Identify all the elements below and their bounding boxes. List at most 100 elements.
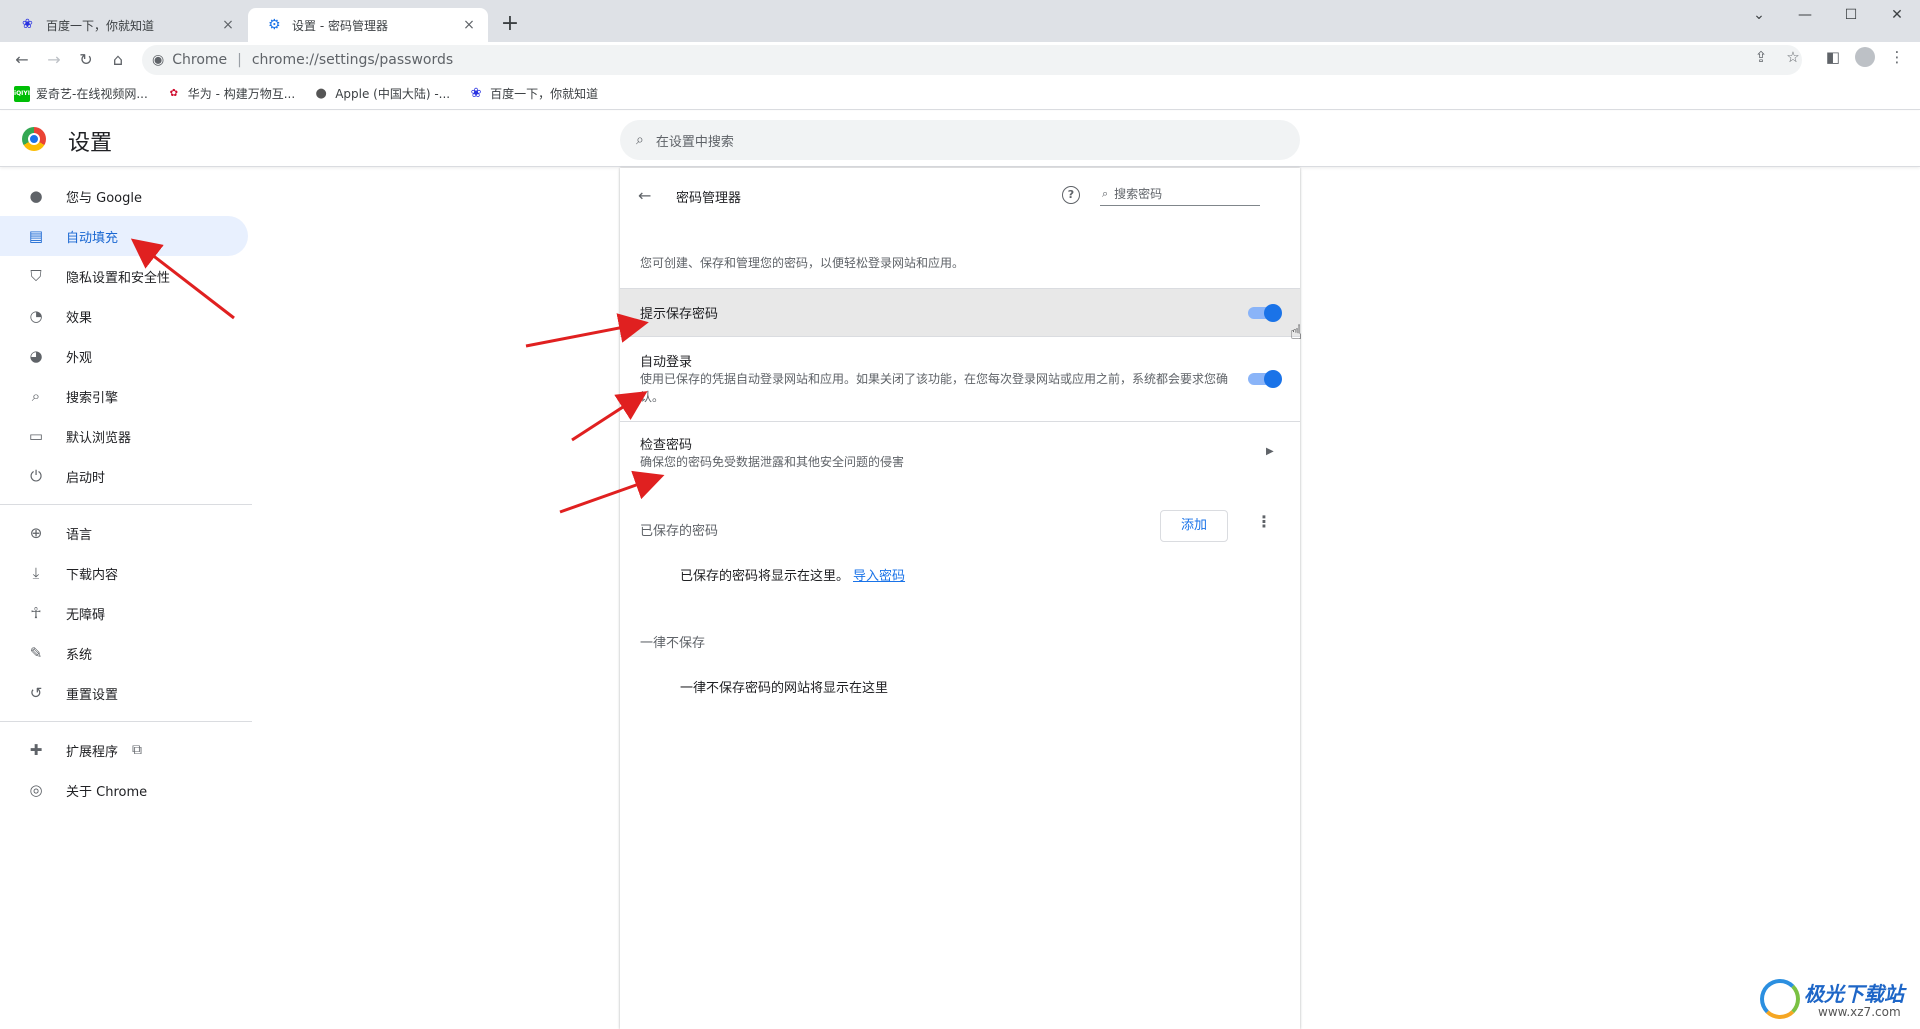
tab-baidu[interactable]: ❀ 百度一下，你就知道 ×: [2, 8, 247, 42]
bookmark-huawei[interactable]: ✿ 华为 - 构建万物互...: [166, 85, 296, 102]
saved-passwords-heading: 已保存的密码: [640, 524, 719, 539]
sidebar-item-about-chrome[interactable]: ◎ 关于 Chrome: [0, 770, 248, 810]
wrench-icon: ✎: [29, 644, 43, 662]
sidebar-item-system[interactable]: ✎ 系统: [0, 633, 248, 673]
auto-signin-description: 使用已保存的凭据自动登录网站和应用。如果关闭了该功能，在您每次登录网站或应用之前…: [640, 372, 1229, 404]
history-icon: ↺: [29, 684, 43, 702]
import-passwords-link[interactable]: 导入密码: [853, 569, 905, 584]
check-passwords-row[interactable]: 检查密码 确保您的密码免受数据泄露和其他安全问题的侵害 ▶: [620, 421, 1300, 485]
watermark-name: 极光下载站: [1804, 982, 1904, 1006]
sidebar-item-on-startup[interactable]: ⏻ 启动时: [0, 456, 248, 496]
sidebar-item-label: 系统: [66, 647, 93, 663]
home-icon[interactable]: ⌂: [106, 48, 130, 72]
site-info-icon[interactable]: ◉: [152, 52, 164, 68]
sidebar-item-label: 关于 Chrome: [66, 784, 148, 800]
bookmark-label: 爱奇艺-在线视频网...: [36, 87, 148, 101]
bookmark-label: 百度一下，你就知道: [490, 87, 599, 101]
offer-to-save-toggle[interactable]: [1248, 304, 1282, 322]
more-actions-icon[interactable]: ⋮: [1256, 512, 1272, 531]
bookmark-iqiyi[interactable]: iQIYI 爱奇艺-在线视频网...: [14, 85, 148, 102]
star-icon[interactable]: ☆: [1782, 45, 1804, 69]
tab-settings[interactable]: ⚙ 设置 - 密码管理器 ×: [248, 8, 488, 42]
globe-icon: ⊕: [29, 524, 43, 542]
url-text[interactable]: chrome://settings/passwords: [252, 52, 453, 68]
offer-to-save-row[interactable]: 提示保存密码: [620, 288, 1300, 336]
auto-signin-label: 自动登录: [640, 355, 693, 370]
forward-icon[interactable]: →: [42, 48, 66, 72]
settings-search-input[interactable]: ⌕ 在设置中搜索: [620, 120, 1300, 160]
sidebar-item-label: 外观: [66, 350, 93, 366]
sidebar-item-privacy[interactable]: ⛉ 隐私设置和安全性: [0, 256, 248, 296]
tab-title: 百度一下，你就知道: [46, 18, 155, 33]
accessibility-icon: ☥: [30, 604, 42, 622]
settings-sidebar: ● 您与 Google ▤ 自动填充 ⛉ 隐私设置和安全性 ◔ 效果 ◕ 外观 …: [0, 176, 252, 810]
sidebar-item-label: 扩展程序: [66, 744, 119, 760]
bookmark-apple[interactable]: ● Apple (中国大陆) -...: [313, 85, 451, 102]
reload-icon[interactable]: ↻: [74, 48, 98, 72]
side-panel-icon[interactable]: ◧: [1822, 45, 1844, 69]
clipboard-icon: ▤: [28, 227, 44, 245]
address-bar[interactable]: ◉ Chrome | chrome://settings/passwords: [142, 45, 1802, 75]
page-title: 设置: [68, 131, 113, 156]
help-icon[interactable]: ?: [1062, 186, 1080, 204]
bookmark-label: Apple (中国大陆) -...: [335, 87, 451, 101]
search-icon: ⌕: [31, 387, 41, 405]
password-manager-card: ← 密码管理器 ? ⌕ 搜索密码 您可创建、保存和管理您的密码，以便轻松登录网站…: [620, 168, 1300, 1029]
auto-signin-toggle[interactable]: [1248, 370, 1282, 388]
profile-avatar-icon[interactable]: [1854, 45, 1876, 69]
sidebar-item-label: 无障碍: [66, 607, 106, 623]
sidebar-item-default-browser[interactable]: ▭ 默认浏览器: [0, 416, 248, 456]
close-window-button[interactable]: ✕: [1874, 0, 1920, 30]
minimize-button[interactable]: —: [1782, 0, 1828, 30]
search-placeholder: 在设置中搜索: [655, 134, 734, 150]
menu-dots-icon[interactable]: ⋮: [1886, 45, 1908, 69]
bookmarks-bar: iQIYI 爱奇艺-在线视频网... ✿ 华为 - 构建万物互... ● App…: [0, 78, 1920, 110]
maximize-button[interactable]: ☐: [1828, 0, 1874, 30]
tab-title: 设置 - 密码管理器: [292, 18, 388, 33]
sidebar-item-label: 下载内容: [66, 567, 119, 583]
hand-cursor-icon: ☝: [1290, 320, 1303, 344]
sidebar-divider: [0, 721, 252, 722]
sidebar-item-accessibility[interactable]: ☥ 无障碍: [0, 593, 248, 633]
sidebar-item-appearance[interactable]: ◕ 外观: [0, 336, 248, 376]
baidu-icon: ❀: [22, 17, 33, 32]
sidebar-item-reset[interactable]: ↺ 重置设置: [0, 673, 248, 713]
palette-icon: ◕: [29, 347, 43, 365]
saved-passwords-empty-note: 已保存的密码将显示在这里。 导入密码: [680, 565, 905, 584]
chrome-icon: ◎: [29, 781, 43, 799]
sidebar-item-downloads[interactable]: ⤓ 下载内容: [0, 553, 248, 593]
offer-to-save-label: 提示保存密码: [640, 307, 719, 322]
card-description: 您可创建、保存和管理您的密码，以便轻松登录网站和应用。: [640, 256, 965, 270]
sidebar-item-label: 隐私设置和安全性: [66, 270, 171, 286]
person-icon: ●: [29, 187, 43, 205]
sidebar-item-you-and-google[interactable]: ● 您与 Google: [0, 176, 248, 216]
back-arrow-icon[interactable]: ←: [638, 186, 651, 205]
sidebar-item-label: 重置设置: [66, 687, 119, 703]
settings-header: 设置 ⌕ 在设置中搜索: [0, 111, 1920, 167]
sidebar-item-languages[interactable]: ⊕ 语言: [0, 513, 248, 553]
sidebar-item-label: 语言: [66, 527, 93, 543]
baidu-icon: ❀: [470, 85, 482, 101]
sidebar-item-autofill[interactable]: ▤ 自动填充: [0, 216, 248, 256]
add-password-button[interactable]: 添加: [1160, 510, 1228, 542]
shield-icon: ⛉: [30, 267, 42, 285]
new-tab-button[interactable]: +: [498, 12, 522, 36]
close-tab-icon[interactable]: ×: [219, 16, 237, 34]
share-icon[interactable]: ⇪: [1750, 45, 1772, 69]
sidebar-item-extensions[interactable]: ✚ 扩展程序 ⧉: [0, 730, 248, 770]
close-tab-icon[interactable]: ×: [460, 16, 478, 34]
back-icon[interactable]: ←: [10, 48, 34, 72]
tab-search-button[interactable]: ⌄: [1736, 0, 1782, 30]
sidebar-item-search-engine[interactable]: ⌕ 搜索引擎: [0, 376, 248, 416]
sidebar-item-performance[interactable]: ◔ 效果: [0, 296, 248, 336]
card-title: 密码管理器: [676, 191, 742, 206]
never-saved-heading: 一律不保存: [640, 636, 706, 651]
watermark-url: www.xz7.com: [1818, 1005, 1901, 1019]
password-search-input[interactable]: ⌕ 搜索密码: [1100, 182, 1260, 206]
bookmark-baidu[interactable]: ❀ 百度一下，你就知道: [468, 85, 598, 102]
power-icon: ⏻: [30, 467, 42, 485]
watermark-logo-icon: [1760, 979, 1800, 1019]
browser-icon: ▭: [28, 427, 44, 445]
site-name: Chrome: [172, 52, 228, 68]
sidebar-item-label: 效果: [66, 310, 93, 326]
